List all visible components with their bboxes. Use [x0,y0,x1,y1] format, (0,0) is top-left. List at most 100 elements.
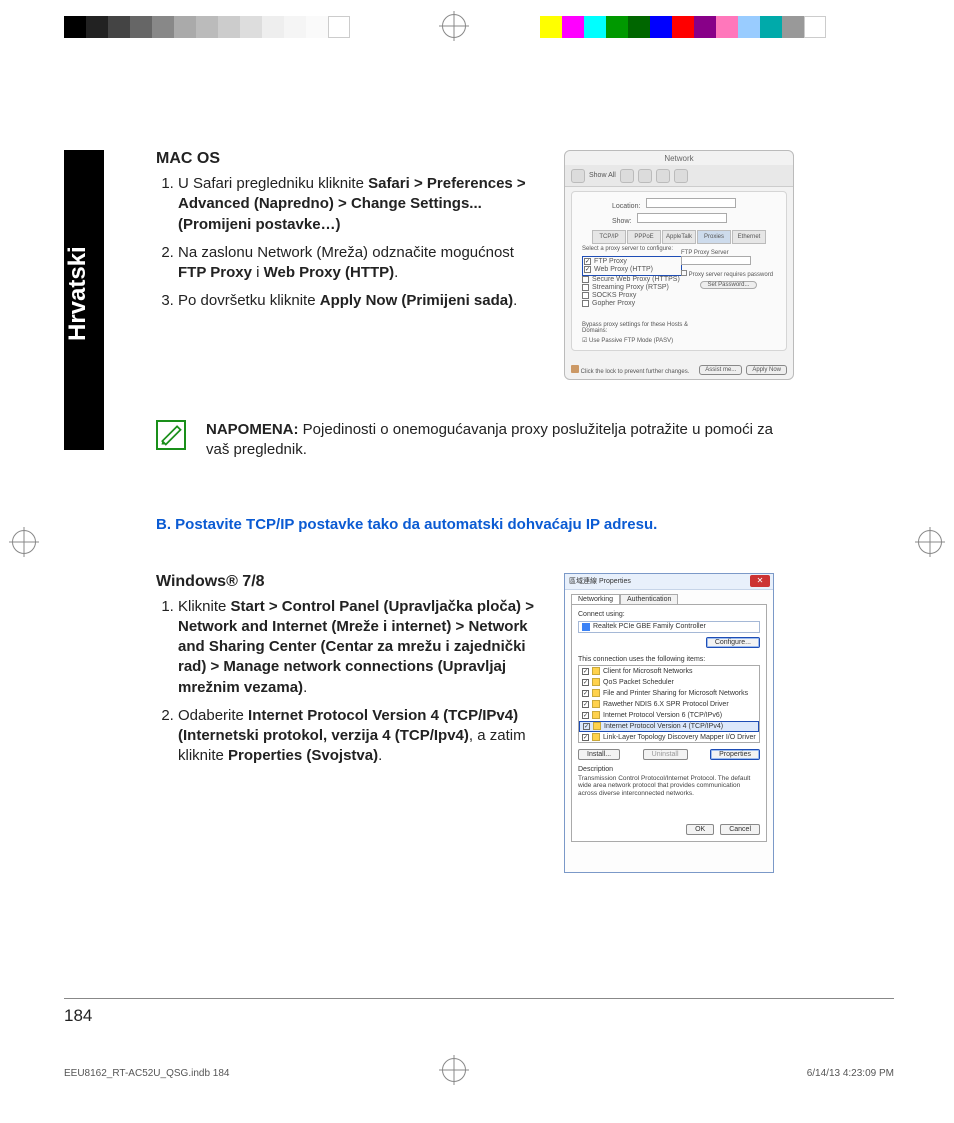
tab-authentication[interactable]: Authentication [620,594,678,604]
windows-properties-screenshot: 區域連線 Properties ✕ Networking Authenticat… [564,573,774,873]
list-item[interactable]: Client for Microsoft Networks [603,668,692,675]
windows-heading: Windows® 7/8 [156,573,546,591]
tab[interactable]: TCP/IP [592,230,626,244]
tab[interactable]: AppleTalk [662,230,696,244]
win-titlebar: 區域連線 Properties ✕ [565,574,773,590]
text: Kliknite [178,598,231,615]
toolbar-icon[interactable] [638,169,652,183]
proxy-item[interactable]: Gopher Proxy [592,300,635,307]
win-title-text: 區域連線 Properties [569,576,631,586]
adapter-name: Realtek PCIe GBE Family Controller [593,623,706,630]
lock-icon[interactable] [571,365,579,373]
lock-text: Click the lock to prevent further change… [581,369,690,375]
configure-button[interactable]: Configure... [706,637,760,648]
text-bold: Start > Control Panel (Upravljačka ploča… [178,598,534,696]
description-label: Description [578,766,760,773]
note-label: NAPOMENA: [206,421,299,438]
bottom-rule [64,998,894,999]
assist-button[interactable]: Assist me... [699,365,742,375]
toolbar-icon[interactable] [571,169,585,183]
uninstall-button[interactable]: Uninstall [643,749,688,760]
configure-label: Select a proxy server to configure: [582,246,673,252]
proxy-item[interactable]: SOCKS Proxy [592,292,636,299]
section-b-heading: B. Postavite TCP/IP postavke tako da aut… [156,516,894,533]
note-icon [156,420,186,450]
macos-step-1: U Safari pregledniku kliknite Safari > P… [178,174,546,235]
mac-toolbar: Show All [565,165,793,187]
text: . [513,292,517,309]
label: Location: [612,203,640,210]
checkbox[interactable]: ✓ [584,258,591,265]
proxy-item[interactable]: Secure Web Proxy (HTTPS) [592,276,680,283]
tab[interactable]: PPPoE [627,230,661,244]
bypass-label: Bypass proxy settings for these Hosts & … [582,322,702,334]
list-item[interactable]: Internet Protocol Version 6 (TCP/IPv6) [603,712,722,719]
text-bold: FTP Proxy [178,264,252,281]
close-icon[interactable]: ✕ [750,575,770,587]
apply-now-button[interactable]: Apply Now [746,365,787,375]
checkbox[interactable] [582,292,589,299]
note-block: NAPOMENA: Pojedinosti o onemogućavanja p… [156,420,894,461]
proxy-item[interactable]: FTP Proxy [594,258,627,265]
checkbox[interactable] [582,284,589,291]
proxy-item[interactable]: Streaming Proxy (RTSP) [592,284,669,291]
ok-button[interactable]: OK [686,824,714,835]
server-input[interactable] [681,256,751,265]
list-item[interactable]: Link-Layer Topology Discovery Mapper I/O… [603,734,756,741]
page-content: Hrvatski MAC OS U Safari pregledniku kli… [64,150,894,980]
footer-filename: EEU8162_RT-AC52U_QSG.indb 184 [64,1068,229,1079]
properties-button[interactable]: Properties [710,749,760,760]
text: i [252,264,264,281]
label: Show: [612,218,631,225]
text: Na zaslonu Network (Mreža) odznačite mog… [178,244,514,261]
location-select[interactable] [646,198,736,208]
checkbox[interactable]: ✓ [584,266,591,273]
checkbox[interactable] [582,276,589,283]
text: Po dovršetku kliknite [178,292,320,309]
list-item-selected[interactable]: Internet Protocol Version 4 (TCP/IPv4) [604,723,723,730]
language-tab: Hrvatski [64,150,104,450]
tab[interactable]: Ethernet [732,230,766,244]
win-tabs: Networking Authentication [571,594,773,604]
mac-tabs: TCP/IP PPPoE AppleTalk Proxies Ethernet [592,230,766,244]
macos-network-screenshot: Network Show All Location: Show: [564,150,794,380]
windows-step-2: Odaberite Internet Protocol Version 4 (T… [178,706,546,767]
mac-proxy-list: ✓FTP Proxy ✓Web Proxy (HTTP) Secure Web … [582,256,682,308]
text-bold: Apply Now (Primijeni sada) [320,292,513,309]
footer-timestamp: 6/14/13 4:23:09 PM [807,1068,894,1079]
text: . [303,679,307,696]
crosshair-icon [918,530,942,554]
proxy-item[interactable]: Web Proxy (HTTP) [594,266,653,273]
nic-icon [582,623,590,631]
set-password-button[interactable]: Set Password... [700,281,756,289]
install-button[interactable]: Install... [578,749,620,760]
items-label: This connection uses the following items… [578,656,760,663]
pasv-checkbox[interactable]: ☑ Use Passive FTP Mode (PASV) [582,337,673,344]
tab-networking[interactable]: Networking [571,594,620,604]
print-registration-top [0,16,954,38]
checkbox[interactable] [582,300,589,307]
win-items-list[interactable]: ✓Client for Microsoft Networks ✓QoS Pack… [578,665,760,743]
macos-step-2: Na zaslonu Network (Mreža) odznačite mog… [178,243,546,284]
list-item[interactable]: File and Printer Sharing for Microsoft N… [603,690,748,697]
description-text: Transmission Control Protocol/Internet P… [578,775,760,798]
crosshair-icon [12,530,36,554]
mac-location-row: Location: Show: [612,198,736,225]
toolbar-icon[interactable] [656,169,670,183]
text: Odaberite [178,707,248,724]
text-bold: Properties (Svojstva) [228,747,378,764]
text: U Safari pregledniku kliknite [178,175,368,192]
tab-active[interactable]: Proxies [697,230,731,244]
windows-steps: Kliknite Start > Control Panel (Upravlja… [156,597,546,767]
toolbar-icon[interactable] [620,169,634,183]
text: . [378,747,382,764]
crosshair-icon [442,14,466,38]
list-item[interactable]: Rawether NDIS 6.X SPR Protocol Driver [603,701,729,708]
cancel-button[interactable]: Cancel [720,824,760,835]
list-item[interactable]: QoS Packet Scheduler [603,679,674,686]
toolbar-icon[interactable] [674,169,688,183]
toolbar-item[interactable]: Show All [589,172,616,179]
windows-step-1: Kliknite Start > Control Panel (Upravlja… [178,597,546,698]
mac-window-title: Network [565,154,793,163]
show-select[interactable] [637,213,727,223]
